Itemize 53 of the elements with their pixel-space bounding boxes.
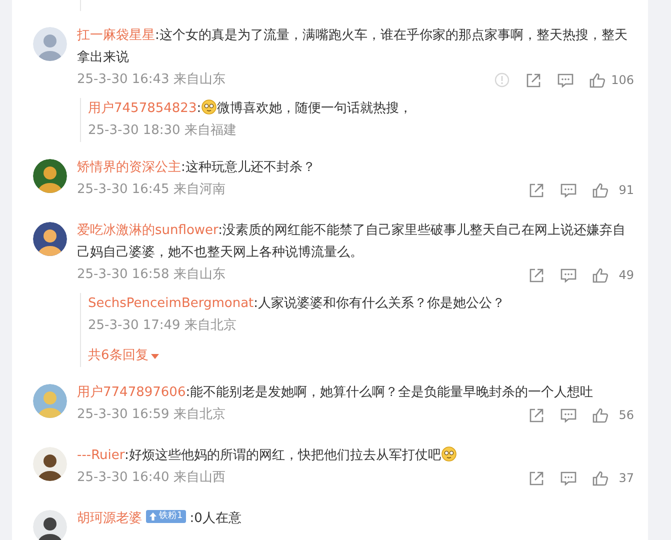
timestamp-location: 25-3-30 16:59 来自北京 — [77, 406, 226, 424]
username-link[interactable]: 用户7457854823 — [88, 101, 197, 116]
username-link[interactable]: ---Ruier — [77, 448, 124, 463]
timestamp-location: 25-3-30 16:45 来自河南 — [77, 181, 226, 199]
comment-text: 爱吃冰激淋的sunflower:没素质的网红能不能禁了自己家里些破事儿整天自己在网上说还嫌弃自己妈自己婆婆，她不也整天网上各种说博流量么。 — [77, 222, 627, 262]
emoji-icon[interactable] — [440, 446, 457, 462]
like-icon[interactable] — [592, 266, 609, 284]
like-count: 37 — [618, 470, 634, 487]
comment-icon[interactable] — [557, 72, 574, 88]
timestamp-location: 25-3-30 17:49 来自北京 — [88, 317, 236, 335]
share-icon[interactable] — [528, 406, 545, 424]
share-icon[interactable] — [528, 470, 545, 486]
up-arrow-icon[interactable] — [149, 512, 157, 521]
comment-text: 用户7747897606:能不能别老是发她啊，她算什么啊？全是负能量早晚封杀的一个人想吐 — [77, 384, 594, 402]
comment-text: 胡珂源老婆 铁粉1 :0人在意 — [77, 509, 242, 528]
username-link[interactable]: 扛一麻袋星星 — [77, 28, 155, 43]
like-icon[interactable] — [592, 182, 609, 198]
share-icon[interactable] — [528, 182, 545, 198]
timestamp-location: 25-3-30 16:40 来自山西 — [77, 469, 226, 487]
timestamp-location: 25-3-30 16:58 来自山东 — [77, 266, 226, 284]
username-link[interactable]: 胡珂源老婆 — [77, 511, 142, 526]
comment-icon[interactable] — [560, 406, 577, 424]
caret-icon[interactable] — [151, 354, 160, 358]
like-count: 56 — [618, 407, 634, 424]
like-icon[interactable] — [592, 470, 609, 486]
comment-icon[interactable] — [560, 266, 577, 284]
like-count: 49 — [618, 267, 634, 284]
emoji-icon[interactable] — [201, 99, 218, 115]
share-icon[interactable] — [528, 266, 545, 284]
timestamp-location: 25-3-30 16:43 来自山东 — [77, 71, 226, 89]
more-replies-link[interactable]: 共6条回复 — [88, 345, 160, 367]
username-link[interactable]: SechsPenceimBergmonat — [88, 296, 254, 311]
comment-text: 矫情界的资深公主:这种玩意儿还不封杀？ — [77, 159, 316, 177]
like-icon[interactable] — [592, 406, 609, 424]
avatar-icon[interactable] — [33, 159, 67, 193]
username-link[interactable]: 矫情界的资深公主 — [77, 160, 181, 175]
reply-text: SechsPenceimBergmonat:人家说婆婆和你有什么关系？你是她公公？ — [88, 295, 506, 313]
comment-text: ---Ruier:好烦这些他妈的所谓的网红，快把他们拉去从军打仗吧 — [77, 445, 634, 467]
avatar-icon[interactable] — [33, 510, 67, 540]
comment-icon[interactable] — [560, 470, 577, 486]
username-link[interactable]: 用户7747897606 — [77, 385, 186, 400]
fan-badge: 铁粉1 — [146, 510, 186, 523]
username-link[interactable]: 爱吃冰激淋的sunflower — [77, 223, 218, 238]
like-count: 106 — [611, 72, 634, 89]
like-icon[interactable] — [589, 72, 606, 88]
reply-text: 用户7457854823: 微博喜欢她，随便一句话就热搜， — [88, 98, 414, 118]
timestamp-location: 25-3-30 18:30 来自福建 — [88, 122, 236, 140]
share-icon[interactable] — [525, 72, 542, 88]
like-count: 91 — [618, 182, 634, 199]
comment-text: 扛一麻袋星星:这个女的真是为了流量，满嘴跑火车，谁在乎你家的那点家事啊，整天热搜，整天拿出来说 — [77, 27, 628, 67]
avatar-icon[interactable] — [33, 222, 67, 256]
avatar-icon[interactable] — [33, 447, 67, 481]
comment-icon[interactable] — [560, 182, 577, 198]
